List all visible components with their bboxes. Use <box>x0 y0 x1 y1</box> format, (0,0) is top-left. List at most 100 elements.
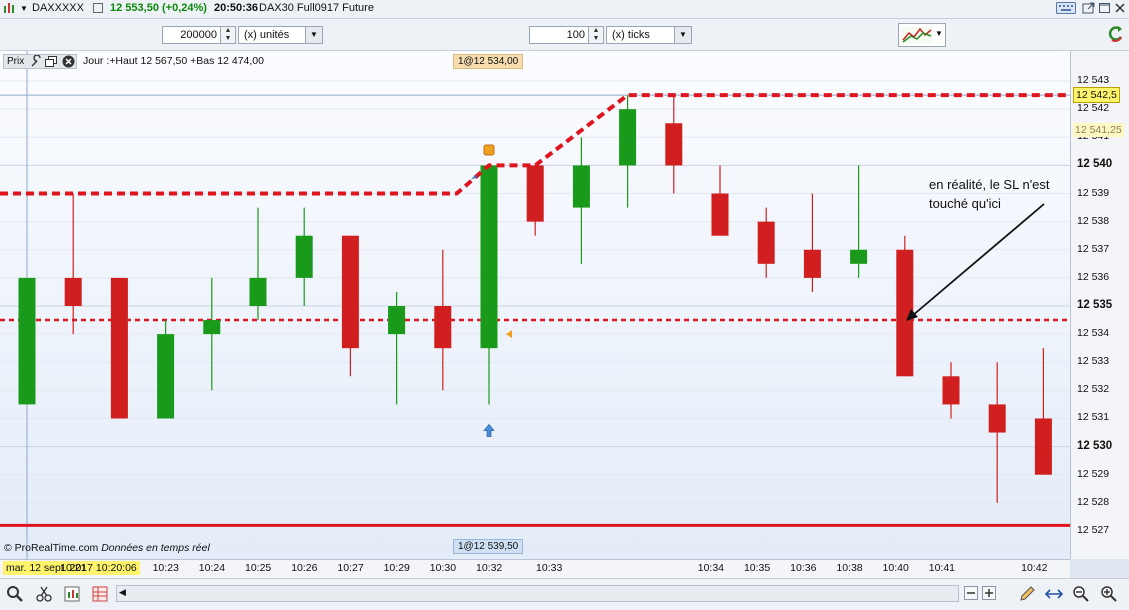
candle-body <box>480 165 498 349</box>
price-tick-label: 12 529 <box>1077 467 1110 480</box>
candle-body <box>388 306 406 335</box>
compare-icon[interactable] <box>93 3 103 16</box>
order-tag-top[interactable]: 1@12 534,00 <box>453 54 524 69</box>
candle-body <box>711 193 729 236</box>
watermark-brand: © ProRealTime.com <box>4 542 99 554</box>
order-pointer-icon <box>506 330 512 339</box>
price-chart[interactable] <box>0 51 1070 559</box>
quantity-unit-select[interactable]: (x) unités ▼ <box>238 26 323 44</box>
chevron-down-icon[interactable]: ▼ <box>935 29 943 38</box>
time-tick-label: 10:23 <box>152 562 179 574</box>
clock-time: 20:50:36 <box>214 2 259 14</box>
title-bar: ▼ DAXXXXX 12 553,50 (+0,24%) 20:50:36 DA… <box>0 0 1129 19</box>
indicator-icon[interactable] <box>64 586 80 605</box>
time-tick-label: 10:42 <box>1021 562 1048 574</box>
candle-body <box>942 376 960 405</box>
candle-body <box>434 306 452 349</box>
undock-icon[interactable] <box>1082 1 1096 18</box>
chart-type-button[interactable]: ▼ <box>898 23 946 47</box>
pencil-icon[interactable] <box>1018 585 1036 606</box>
instrument-icon <box>3 1 17 18</box>
close-panel-icon[interactable] <box>62 55 75 71</box>
instrument-description: DAX30 Full0917 Future <box>259 2 374 14</box>
stepper-arrows-icon[interactable]: ▲ ▼ <box>220 27 235 43</box>
annotation-line-2: touché qu'ici <box>929 196 1001 211</box>
scissors-icon[interactable] <box>36 586 52 605</box>
minus-icon[interactable] <box>964 586 978 603</box>
zoom-out-icon[interactable] <box>1072 585 1090 606</box>
grid-icon[interactable] <box>92 586 108 605</box>
candle-body <box>1034 418 1052 475</box>
chart-area[interactable]: Prix Jour :+Haut 12 567,50 +Bas 12 474,0… <box>0 51 1070 559</box>
move-arrows-icon[interactable] <box>1044 585 1064 606</box>
candle-body <box>203 320 221 335</box>
time-tick-label: 10:25 <box>245 562 272 574</box>
time-tick-label: 10:21 <box>60 562 87 574</box>
candle-body <box>18 277 36 405</box>
price-tick-label: 12 540 <box>1077 158 1113 171</box>
chevron-down-icon[interactable]: ▼ <box>305 27 322 43</box>
price-tick-label: 12 539 <box>1077 186 1110 199</box>
price-tick-label: 12 530 <box>1077 439 1113 452</box>
quantity-unit-label: (x) unités <box>244 29 290 41</box>
close-icon[interactable] <box>1113 1 1127 18</box>
stepper-arrows-icon[interactable]: ▲ ▼ <box>588 27 603 43</box>
order-tag-bottom[interactable]: 1@12 539,50 <box>453 539 524 554</box>
candle-body <box>665 123 683 166</box>
ticks-unit-select[interactable]: (x) ticks ▼ <box>606 26 692 44</box>
candle-body <box>850 249 868 264</box>
candle-body <box>619 109 637 166</box>
time-tick-label: 10:32 <box>476 562 503 574</box>
price-tick-label: 12 527 <box>1077 523 1110 536</box>
price-tick-label: 12 536 <box>1077 270 1110 283</box>
current-price-tag: 12 542,5 <box>1073 87 1120 104</box>
annotation-text: en réalité, le SL n'est touché qu'ici <box>929 175 1050 213</box>
candle-body <box>110 277 128 419</box>
time-tick-label: 10:33 <box>536 562 563 574</box>
candle-body <box>803 249 821 278</box>
time-tick-label: 10:41 <box>928 562 956 574</box>
candle-body <box>64 277 82 306</box>
window-icon[interactable] <box>45 56 57 71</box>
price-tick-label: 12 542 <box>1077 102 1110 115</box>
quantity-value: 200000 <box>180 29 217 41</box>
chevron-down-icon[interactable]: ▼ <box>674 27 691 43</box>
ticks-stepper[interactable]: 100 ▲ ▼ <box>529 26 604 44</box>
refresh-icon[interactable] <box>1107 24 1125 49</box>
time-tick-label: 10:27 <box>337 562 364 574</box>
price-tick-label: 12 528 <box>1077 495 1110 508</box>
horizontal-scrollbar[interactable]: ◀ <box>116 585 959 602</box>
zoom-in-icon[interactable] <box>1100 585 1118 606</box>
time-axis[interactable]: mar. 12 sept. 2017 10:20:06 10:21 10:23 10… <box>0 559 1070 578</box>
time-tick-label: 10:24 <box>198 562 226 574</box>
instrument-name[interactable]: DAXXXXX <box>32 2 84 14</box>
bottom-bar: ◀ <box>0 578 1129 610</box>
secondary-price-tag: 12 541,25 <box>1073 123 1124 138</box>
instrument-dropdown-icon[interactable]: ▼ <box>20 4 28 13</box>
buy-arrow-icon <box>483 423 495 437</box>
maximize-icon[interactable] <box>1098 1 1112 18</box>
scroll-left-icon[interactable]: ◀ <box>119 587 126 598</box>
price-tick-label: 12 543 <box>1077 74 1110 87</box>
candle-body <box>572 165 590 208</box>
time-tick-label: 10:40 <box>882 562 909 574</box>
price-panel-label: Prix <box>7 56 25 67</box>
watermark: © ProRealTime.com Données en temps réel <box>4 542 210 554</box>
price-tick-label: 12 538 <box>1077 214 1110 227</box>
candle-body <box>249 277 267 306</box>
time-tick-label: 10:38 <box>836 562 863 574</box>
candle-body <box>341 235 359 349</box>
quantity-stepper[interactable]: 200000 ▲ ▼ <box>162 26 236 44</box>
chart-info-text: Jour :+Haut 12 567,50 +Bas 12 474,00 <box>83 55 264 67</box>
time-tick-label: 10:30 <box>429 562 457 574</box>
price-panel-header: Prix <box>3 54 77 69</box>
price-tick-label: 12 537 <box>1077 242 1110 255</box>
price-axis[interactable]: 12 54312 54212 54112 54012 53912 53812 5… <box>1070 51 1129 559</box>
candle-body <box>757 221 775 264</box>
wrench-icon[interactable] <box>30 54 42 71</box>
plus-icon[interactable] <box>982 586 996 603</box>
price-tick-label: 12 532 <box>1077 383 1110 396</box>
chart-type-icon <box>901 27 933 43</box>
magnifier-icon[interactable] <box>6 585 24 606</box>
keyboard-icon[interactable] <box>1056 1 1076 18</box>
